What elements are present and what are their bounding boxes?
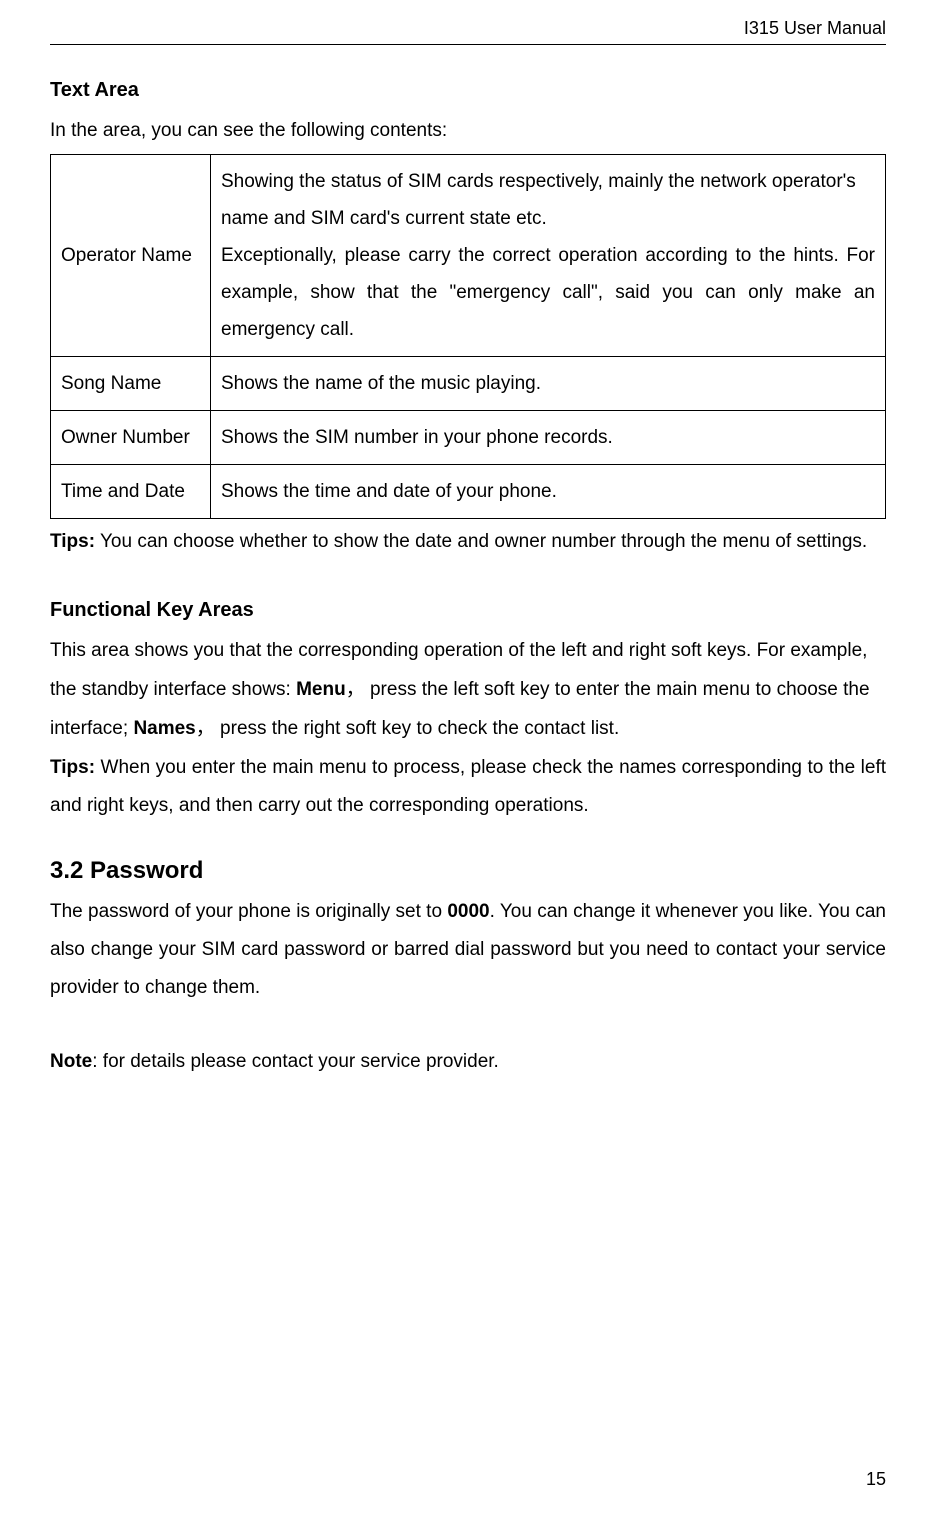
- page-number: 15: [866, 1469, 886, 1490]
- page-container: I315 User Manual Text Area In the area, …: [0, 0, 936, 1081]
- page-header: I315 User Manual: [50, 18, 886, 45]
- functional-key-tips: Tips: When you enter the main menu to pr…: [50, 749, 886, 825]
- functional-key-body: This area shows you that the correspondi…: [50, 632, 886, 749]
- note-text: : for details please contact your servic…: [92, 1051, 499, 1072]
- tips-label: Tips:: [50, 757, 95, 778]
- table-desc-paragraph: Exceptionally, please carry the correct …: [221, 237, 875, 348]
- table-row: Owner Number Shows the SIM number in you…: [51, 411, 886, 465]
- text-area-tips: Tips: You can choose whether to show the…: [50, 523, 886, 561]
- table-cell-label: Owner Number: [51, 411, 211, 465]
- header-title: I315 User Manual: [744, 18, 886, 38]
- note-label: Note: [50, 1051, 92, 1072]
- section-heading-text-area: Text Area: [50, 79, 886, 102]
- text-area-table: Operator Name Showing the status of SIM …: [50, 154, 886, 519]
- pwd-bold: 0000: [447, 901, 489, 922]
- func-text-mid2: ， press the right soft key to check the …: [196, 718, 619, 739]
- tips-text: You can choose whether to show the date …: [95, 531, 867, 552]
- table-cell-desc: Shows the SIM number in your phone recor…: [211, 411, 886, 465]
- table-row: Operator Name Showing the status of SIM …: [51, 155, 886, 357]
- func-names-bold: Names: [133, 718, 195, 739]
- table-cell-desc: Shows the name of the music playing.: [211, 357, 886, 411]
- text-area-intro: In the area, you can see the following c…: [50, 112, 886, 150]
- password-body: The password of your phone is originally…: [50, 893, 886, 1007]
- pwd-text-pre: The password of your phone is originally…: [50, 901, 447, 922]
- table-cell-desc: Showing the status of SIM cards respecti…: [211, 155, 886, 357]
- func-menu-bold: Menu: [296, 679, 346, 700]
- table-cell-desc: Shows the time and date of your phone.: [211, 465, 886, 519]
- table-row: Song Name Shows the name of the music pl…: [51, 357, 886, 411]
- tips-text: When you enter the main menu to process,…: [50, 757, 886, 816]
- section-heading-functional-key: Functional Key Areas: [50, 599, 886, 622]
- table-row: Time and Date Shows the time and date of…: [51, 465, 886, 519]
- table-cell-label: Operator Name: [51, 155, 211, 357]
- table-cell-label: Time and Date: [51, 465, 211, 519]
- table-cell-label: Song Name: [51, 357, 211, 411]
- password-note: Note: for details please contact your se…: [50, 1043, 886, 1081]
- table-desc-paragraph: Showing the status of SIM cards respecti…: [221, 163, 875, 237]
- section-heading-password: 3.2 Password: [50, 857, 886, 885]
- tips-label: Tips:: [50, 531, 95, 552]
